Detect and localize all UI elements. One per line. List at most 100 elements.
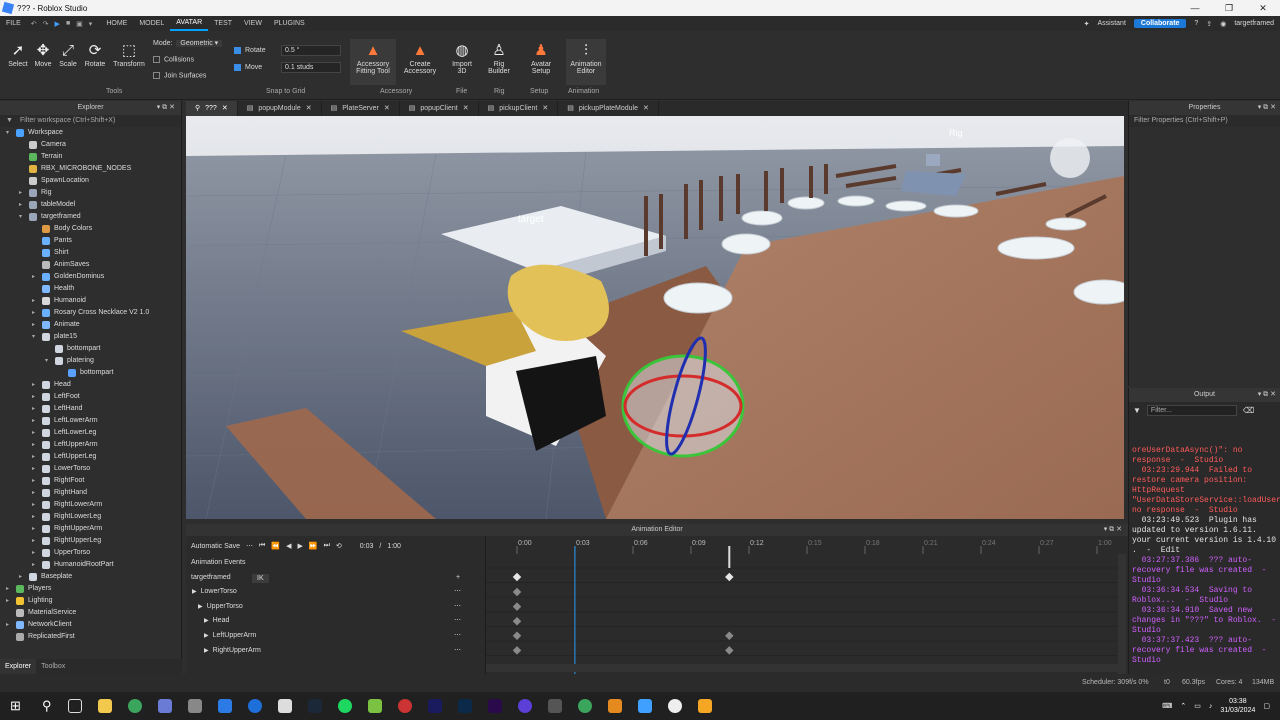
explorer-item[interactable]: ▸ UpperTorso: [0, 547, 181, 559]
explorer-item[interactable]: ▸ LeftFoot: [0, 391, 181, 403]
tab-popupmodule[interactable]: ▤ popupModule ✕: [238, 101, 322, 116]
scale-tool[interactable]: ⤢ Scale: [56, 41, 80, 69]
avatar-setup-button[interactable]: ♟ Avatar Setup: [524, 41, 558, 75]
track-expand-icon[interactable]: ▶: [204, 618, 209, 624]
tab-home[interactable]: HOME: [100, 20, 133, 27]
track-keyframe[interactable]: [512, 646, 522, 655]
user-name[interactable]: targetframed: [1234, 20, 1274, 27]
stop-icon[interactable]: ■: [66, 20, 70, 28]
expand-arrow-icon[interactable]: ▸: [32, 463, 35, 475]
file-explorer-icon[interactable]: [97, 699, 112, 713]
search-icon[interactable]: ⚲: [42, 698, 52, 714]
step-back-icon[interactable]: ⏪: [271, 542, 280, 550]
animation-editor-close-icon[interactable]: ▾ ⧉ ✕: [1104, 524, 1122, 536]
explorer-item[interactable]: ▸ RightUpperArm: [0, 523, 181, 535]
close-tab-icon[interactable]: ✕: [306, 101, 312, 116]
explorer-item[interactable]: ▸ HumanoidRootPart: [0, 559, 181, 571]
explorer-item[interactable]: ▸ LeftUpperArm: [0, 439, 181, 451]
explorer-close-icon[interactable]: ▾ ⧉ ✕: [157, 101, 175, 115]
undo-icon[interactable]: ↶: [31, 20, 37, 28]
track-keyframe[interactable]: [512, 616, 522, 626]
tab-plateserver[interactable]: ▤ PlateServer ✕: [322, 101, 400, 116]
expand-arrow-icon[interactable]: ▸: [19, 187, 22, 199]
expand-arrow-icon[interactable]: ▸: [32, 379, 35, 391]
loop-icon[interactable]: ⟲: [336, 542, 342, 550]
track-row[interactable]: ▶ Head ⋯: [186, 614, 485, 629]
explorer-item[interactable]: ▸ RightLowerArm: [0, 499, 181, 511]
track-keyframe[interactable]: [725, 631, 734, 641]
explorer-item[interactable]: ▸ Lighting: [0, 595, 181, 607]
tab-model[interactable]: MODEL: [133, 20, 170, 27]
total-time-field[interactable]: 1:00: [387, 543, 401, 550]
chrome-icon[interactable]: [577, 699, 592, 713]
explorer-item[interactable]: bottompart: [0, 367, 181, 379]
animation-editor-button[interactable]: ⫶ Animation Editor: [566, 39, 606, 85]
explorer-item[interactable]: bottompart: [0, 343, 181, 355]
properties-filter-input[interactable]: Filter Properties (Ctrl+Shift+P): [1129, 115, 1280, 127]
minimize-button[interactable]: —: [1178, 0, 1212, 16]
explorer-item[interactable]: ▾ plate15: [0, 331, 181, 343]
windows-start-icon[interactable]: ⊞: [10, 699, 24, 713]
tab-place[interactable]: ⚲??? ✕: [186, 101, 238, 116]
explorer-filter-input[interactable]: ▼ Filter workspace (Ctrl+Shift+X): [0, 115, 181, 127]
track-expand-icon[interactable]: ▶: [192, 589, 197, 595]
explorer-item[interactable]: ▸ NetworkClient: [0, 619, 181, 631]
expand-arrow-icon[interactable]: ▸: [32, 427, 35, 439]
clock[interactable]: 03:38 31/03/2024: [1220, 697, 1255, 715]
track-menu-icon[interactable]: ⋯: [454, 600, 461, 615]
explorer-item[interactable]: SpawnLocation: [0, 175, 181, 187]
expand-arrow-icon[interactable]: ▸: [32, 271, 35, 283]
expand-arrow-icon[interactable]: ▾: [32, 331, 35, 343]
explorer-item[interactable]: Pants: [0, 235, 181, 247]
redo-icon[interactable]: ↷: [43, 20, 49, 28]
expand-arrow-icon[interactable]: ▸: [32, 523, 35, 535]
explorer-item[interactable]: ▸ RightLowerLeg: [0, 511, 181, 523]
explorer-item[interactable]: ▸ LeftUpperLeg: [0, 451, 181, 463]
explorer-item[interactable]: ▾ Workspace: [0, 127, 181, 139]
join-surfaces-checkbox[interactable]: Join Surfaces: [153, 72, 206, 79]
collisions-checkbox[interactable]: Collisions: [153, 56, 194, 63]
app-icon[interactable]: [547, 699, 562, 713]
app-icon[interactable]: [697, 699, 712, 713]
close-tab-icon[interactable]: ✕: [384, 101, 390, 116]
expand-arrow-icon[interactable]: ▸: [32, 307, 35, 319]
track-keyframe[interactable]: [512, 602, 522, 611]
explorer-item[interactable]: ▾ platering: [0, 355, 181, 367]
explorer-item[interactable]: ▸ tableModel: [0, 199, 181, 211]
close-tab-icon[interactable]: ✕: [463, 101, 469, 116]
explorer-item[interactable]: Health: [0, 283, 181, 295]
mode-select[interactable]: Geometric ▾: [176, 40, 223, 47]
notifications-icon[interactable]: ▢: [1263, 702, 1270, 710]
track-expand-icon[interactable]: ▶: [204, 648, 209, 654]
explorer-item[interactable]: ▸ RightFoot: [0, 475, 181, 487]
explorer-item[interactable]: ▸ GoldenDominus: [0, 271, 181, 283]
tab-pickupplatemodule[interactable]: ▤ pickupPlateModule ✕: [558, 101, 659, 116]
more-options-icon[interactable]: ⋯: [246, 542, 253, 550]
expand-arrow-icon[interactable]: ▸: [32, 295, 35, 307]
help-icon[interactable]: ?: [1194, 20, 1198, 27]
close-tab-icon[interactable]: ✕: [643, 101, 649, 116]
explorer-item[interactable]: ▸ RightHand: [0, 487, 181, 499]
transform-tool[interactable]: ⬚ Transform: [110, 41, 148, 68]
explorer-item[interactable]: AnimSaves: [0, 259, 181, 271]
expand-arrow-icon[interactable]: ▸: [32, 415, 35, 427]
expand-arrow-icon[interactable]: ▾: [45, 355, 48, 367]
explorer-item[interactable]: ▸ Players: [0, 583, 181, 595]
snap-rotate-input[interactable]: 0.5 °: [281, 45, 341, 56]
explorer-item[interactable]: ▸ Animate: [0, 319, 181, 331]
move-tool[interactable]: ✥ Move: [32, 41, 54, 68]
explorer-item[interactable]: ▸ Head: [0, 379, 181, 391]
explorer-item[interactable]: Body Colors: [0, 223, 181, 235]
dropdown-icon[interactable]: ▾: [89, 20, 93, 28]
track-keyframe[interactable]: [512, 587, 522, 597]
rig-keyframe[interactable]: [725, 572, 734, 582]
track-row[interactable]: ▶ UpperTorso ⋯: [186, 600, 485, 615]
expand-arrow-icon[interactable]: ▸: [32, 511, 35, 523]
properties-close-icon[interactable]: ▾ ⧉ ✕: [1258, 101, 1276, 115]
expand-arrow-icon[interactable]: ▾: [19, 211, 22, 223]
explorer-item[interactable]: ▸ Rig: [0, 187, 181, 199]
clear-output-icon[interactable]: ⌫: [1243, 406, 1254, 415]
explorer-item[interactable]: Terrain: [0, 151, 181, 163]
toolbox-bottom-tab[interactable]: Toolbox: [36, 659, 70, 674]
tab-test[interactable]: TEST: [208, 20, 238, 27]
